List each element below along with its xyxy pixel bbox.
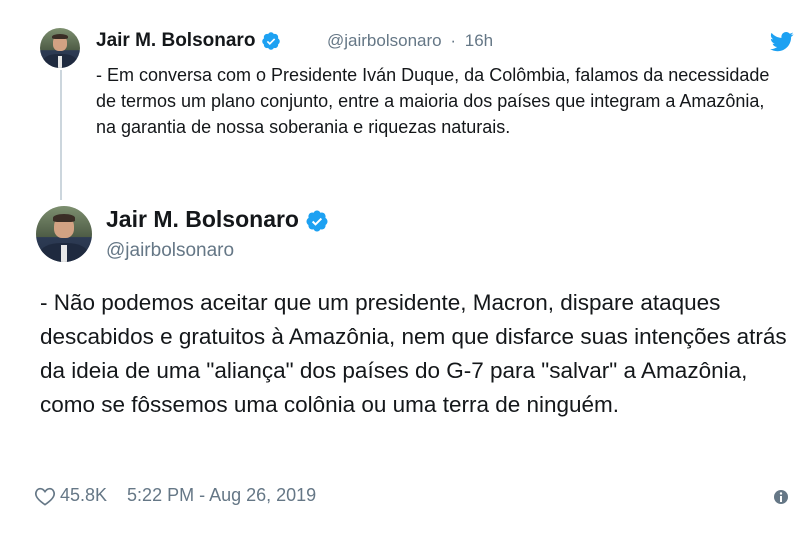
author-name[interactable]: Jair M. Bolsonaro bbox=[106, 206, 329, 233]
info-icon[interactable] bbox=[773, 488, 789, 506]
verified-badge-icon bbox=[306, 210, 328, 232]
tweet-embed: Jair M. Bolsonaro @jairbolsonaro · 16h -… bbox=[0, 0, 800, 533]
meta-separator: · bbox=[450, 31, 456, 50]
verified-badge-icon bbox=[261, 32, 280, 50]
author-name-text: Jair M. Bolsonaro bbox=[106, 206, 299, 232]
tweet-footer: 45.8K 5:22 PM - Aug 26, 2019 bbox=[34, 485, 316, 506]
tweet-meta: @jairbolsonaro · 16h bbox=[327, 31, 493, 51]
tweet-text: - Não podemos aceitar que um presidente,… bbox=[40, 290, 787, 417]
author-handle[interactable]: @jairbolsonaro bbox=[327, 31, 442, 50]
time-ago[interactable]: 16h bbox=[465, 31, 493, 50]
like-count[interactable]: 45.8K bbox=[60, 485, 107, 506]
tweet-text: - Em conversa com o Presidente Iván Duqu… bbox=[96, 65, 770, 137]
author-handle[interactable]: @jairbolsonaro bbox=[106, 240, 234, 262]
author-name-text: Jair M. Bolsonaro bbox=[96, 30, 256, 51]
heart-icon[interactable] bbox=[34, 486, 56, 506]
tweet-timestamp[interactable]: 5:22 PM - Aug 26, 2019 bbox=[127, 485, 316, 506]
avatar[interactable] bbox=[36, 206, 92, 262]
twitter-bird-icon[interactable] bbox=[770, 32, 794, 52]
thread-line bbox=[60, 70, 62, 200]
avatar[interactable] bbox=[40, 28, 80, 68]
author-name[interactable]: Jair M. Bolsonaro bbox=[96, 30, 281, 52]
